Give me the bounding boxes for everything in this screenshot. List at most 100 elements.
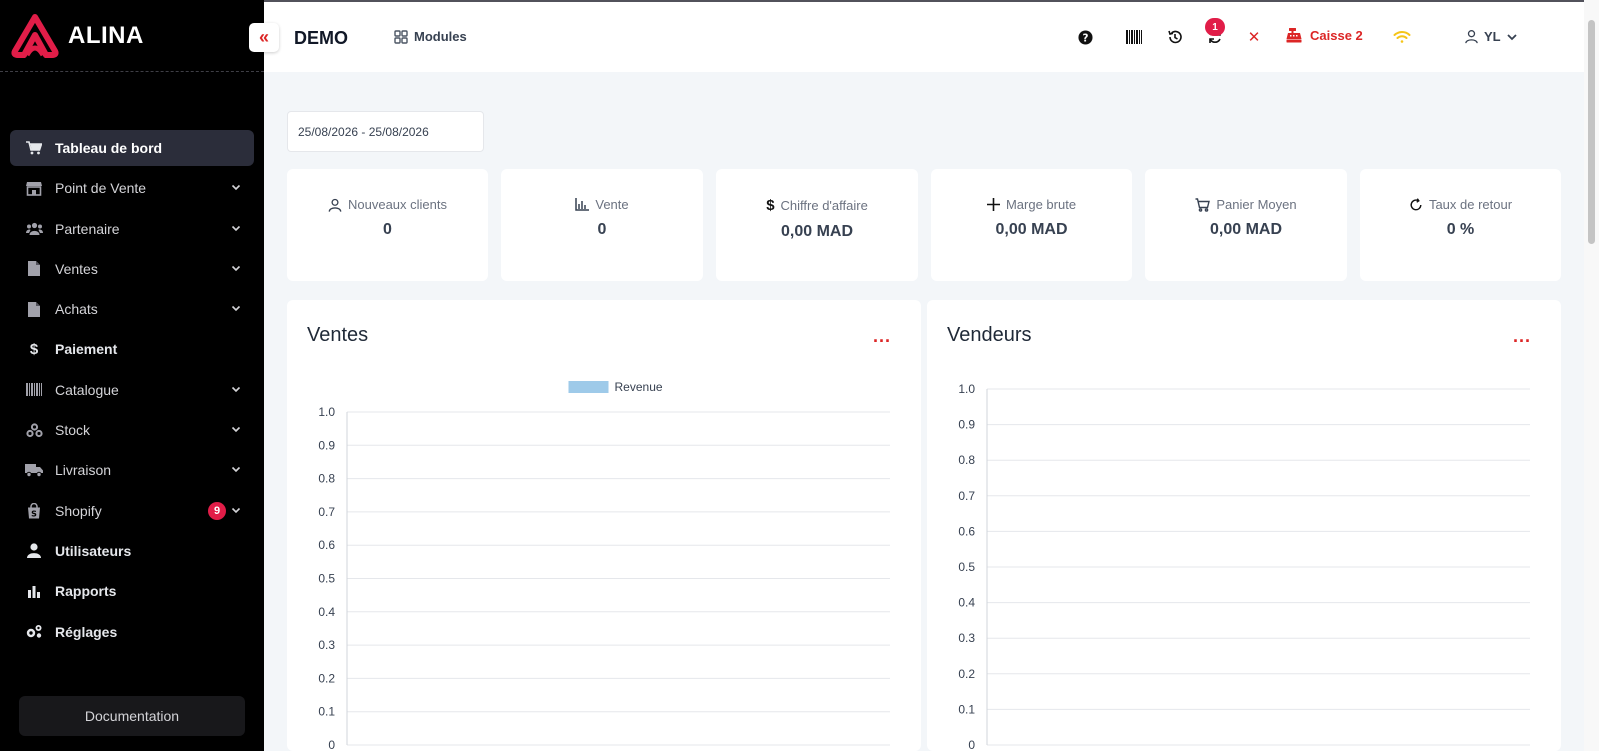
y-tick-label: 0.7 xyxy=(318,505,335,519)
bar-chart-outline-icon xyxy=(575,198,590,211)
sidebar-item-catalogue[interactable]: Catalogue xyxy=(10,372,254,408)
y-tick-label: 0.7 xyxy=(958,489,975,503)
modules-label: Modules xyxy=(414,29,467,44)
y-tick-label: 0 xyxy=(328,738,335,751)
barcode-icon xyxy=(25,381,43,399)
dollar-icon: $ xyxy=(29,340,39,358)
brand[interactable]: ALINA xyxy=(0,0,264,72)
truck-icon xyxy=(25,461,43,479)
chevron-down-icon xyxy=(231,185,241,191)
scrollbar-thumb[interactable] xyxy=(1588,20,1595,244)
chevron-down-icon xyxy=(231,427,241,433)
kpi-card: Taux de retour 0 % xyxy=(1360,169,1561,281)
date-range-input[interactable]: 25/08/2026 - 25/08/2026 xyxy=(287,111,484,152)
sidebar-item-rapports[interactable]: Rapports xyxy=(10,573,254,609)
y-tick-label: 0.5 xyxy=(318,572,335,586)
sidebar-item-partenaire[interactable]: Partenaire xyxy=(10,211,254,247)
sidebar-item-label: Shopify xyxy=(55,502,102,519)
sidebar-item-ventes[interactable]: Ventes xyxy=(10,251,254,287)
refresh-icon xyxy=(1410,197,1422,210)
sidebar-item-achats[interactable]: Achats xyxy=(10,291,254,327)
close-icon[interactable]: ✕ xyxy=(1245,28,1263,46)
barcode-icon[interactable] xyxy=(1125,28,1143,46)
sidebar-item-label: Paiement xyxy=(55,341,118,358)
kpi-card: Nouveaux clients 0 xyxy=(287,169,488,281)
page-scrollbar[interactable] xyxy=(1584,0,1599,751)
sidebar: ALINA Tableau de bord Point de Vente Parte… xyxy=(0,0,264,751)
chevron-down-icon xyxy=(1506,33,1517,40)
y-tick-label: 0.1 xyxy=(958,702,975,716)
sidebar-item-point-de-vente[interactable]: Point de Vente xyxy=(10,170,254,206)
ventes-chart: 1.0 0.9 0.8 0.7 0.6 0.5 0.4 0.3 0.2 0.1 0 Revenue xyxy=(318,380,890,751)
user-icon xyxy=(25,542,43,560)
y-tick-label: 0.9 xyxy=(318,438,335,452)
caisse-label: Caisse 2 xyxy=(1310,28,1363,43)
vendeurs-panel: Vendeurs ... 1.0 0.9 0.8 0.7 0.6 0.5 0.4 0.3 0.2… xyxy=(927,300,1561,751)
wifi-icon[interactable] xyxy=(1392,28,1412,46)
sidebar-item-label: Achats xyxy=(55,301,98,318)
y-tick-label: 0.1 xyxy=(318,705,335,719)
file-icon xyxy=(25,260,43,278)
kpi-value: 0,00 MAD xyxy=(995,221,1068,238)
history-icon[interactable] xyxy=(1166,28,1184,46)
legend-label: Revenue xyxy=(615,380,663,394)
top-header: DEMO Modules ? 1 ✕ Caisse 2 YL xyxy=(264,0,1584,72)
user-outline-icon xyxy=(328,198,342,212)
user-outline-icon xyxy=(1465,30,1478,44)
bar-chart-icon xyxy=(25,582,43,600)
user-menu[interactable]: YL xyxy=(1464,29,1517,44)
y-tick-label: 0 xyxy=(968,738,975,751)
y-tick-label: 0.8 xyxy=(958,453,975,467)
sidebar-item-reglages[interactable]: Réglages xyxy=(10,614,254,650)
kpi-label: Marge brute xyxy=(1005,197,1077,212)
sidebar-item-label: Stock xyxy=(55,422,91,439)
kpi-value: 0 % xyxy=(1446,221,1475,238)
svg-text:S: S xyxy=(31,509,37,518)
page-title: DEMO xyxy=(294,28,348,48)
vendeurs-chart: 1.0 0.9 0.8 0.7 0.6 0.5 0.4 0.3 0.2 0.1 0 xyxy=(958,382,1530,751)
sidebar-item-label: Utilisateurs xyxy=(55,542,132,559)
sidebar-item-label: Tableau de bord xyxy=(55,140,163,156)
sidebar-item-livraison[interactable]: Livraison xyxy=(10,452,254,488)
legend-swatch xyxy=(568,381,609,393)
sidebar-item-label: Ventes xyxy=(55,260,98,277)
y-tick-label: 0.5 xyxy=(958,560,975,574)
sidebar-item-label: Livraison xyxy=(55,462,112,479)
y-tick-label: 1.0 xyxy=(318,405,335,419)
chevron-down-icon xyxy=(231,467,241,473)
y-tick-label: 0.8 xyxy=(318,472,335,486)
sidebar-item-tableau-de-bord[interactable]: Tableau de bord xyxy=(10,130,254,166)
sidebar-item-shopify[interactable]: S Shopify 9 xyxy=(10,493,254,529)
modules-button[interactable]: Modules xyxy=(394,29,467,44)
y-tick-label: 1.0 xyxy=(958,382,975,396)
y-tick-label: 0.6 xyxy=(958,524,975,538)
sidebar-item-utilisateurs[interactable]: Utilisateurs xyxy=(10,533,254,569)
file-icon xyxy=(25,300,43,318)
kpi-value: 0 xyxy=(597,221,607,238)
sync-badge: 1 xyxy=(1205,18,1225,36)
boxes-icon xyxy=(25,421,43,439)
ventes-panel: Ventes ... 1.0 0.9 0.8 0.7 0.6 0.5 0.4 0.3 0.2 0.… xyxy=(287,300,921,751)
sidebar-item-label: Partenaire xyxy=(55,220,120,237)
kpi-label: Panier Moyen xyxy=(1216,197,1297,212)
documentation-button[interactable]: Documentation xyxy=(19,696,245,736)
sidebar-item-stock[interactable]: Stock xyxy=(10,412,254,448)
cart-outline-icon xyxy=(1195,197,1211,212)
y-tick-label: 0.4 xyxy=(318,605,335,619)
kpi-card: Marge brute 0,00 MAD xyxy=(931,169,1132,281)
y-tick-label: 0.2 xyxy=(958,667,975,681)
help-icon[interactable]: ? xyxy=(1076,28,1094,46)
user-initials: YL xyxy=(1484,29,1501,44)
cash-register-icon xyxy=(1286,28,1302,43)
grid-icon xyxy=(394,29,408,44)
kpi-value: 0,00 MAD xyxy=(780,223,854,240)
double-chevron-left-icon: « xyxy=(258,27,269,47)
kpi-label: Chiffre d'affaire xyxy=(780,198,868,213)
chevron-down-icon xyxy=(231,225,241,231)
y-tick-label: 0.2 xyxy=(318,671,335,685)
sidebar-item-paiement[interactable]: $ Paiement xyxy=(10,331,254,367)
sidebar-item-label: Réglages xyxy=(55,623,118,640)
caisse-button[interactable]: Caisse 2 xyxy=(1286,28,1363,43)
collapse-sidebar-button[interactable]: « xyxy=(249,23,279,52)
cogs-icon xyxy=(25,623,43,641)
